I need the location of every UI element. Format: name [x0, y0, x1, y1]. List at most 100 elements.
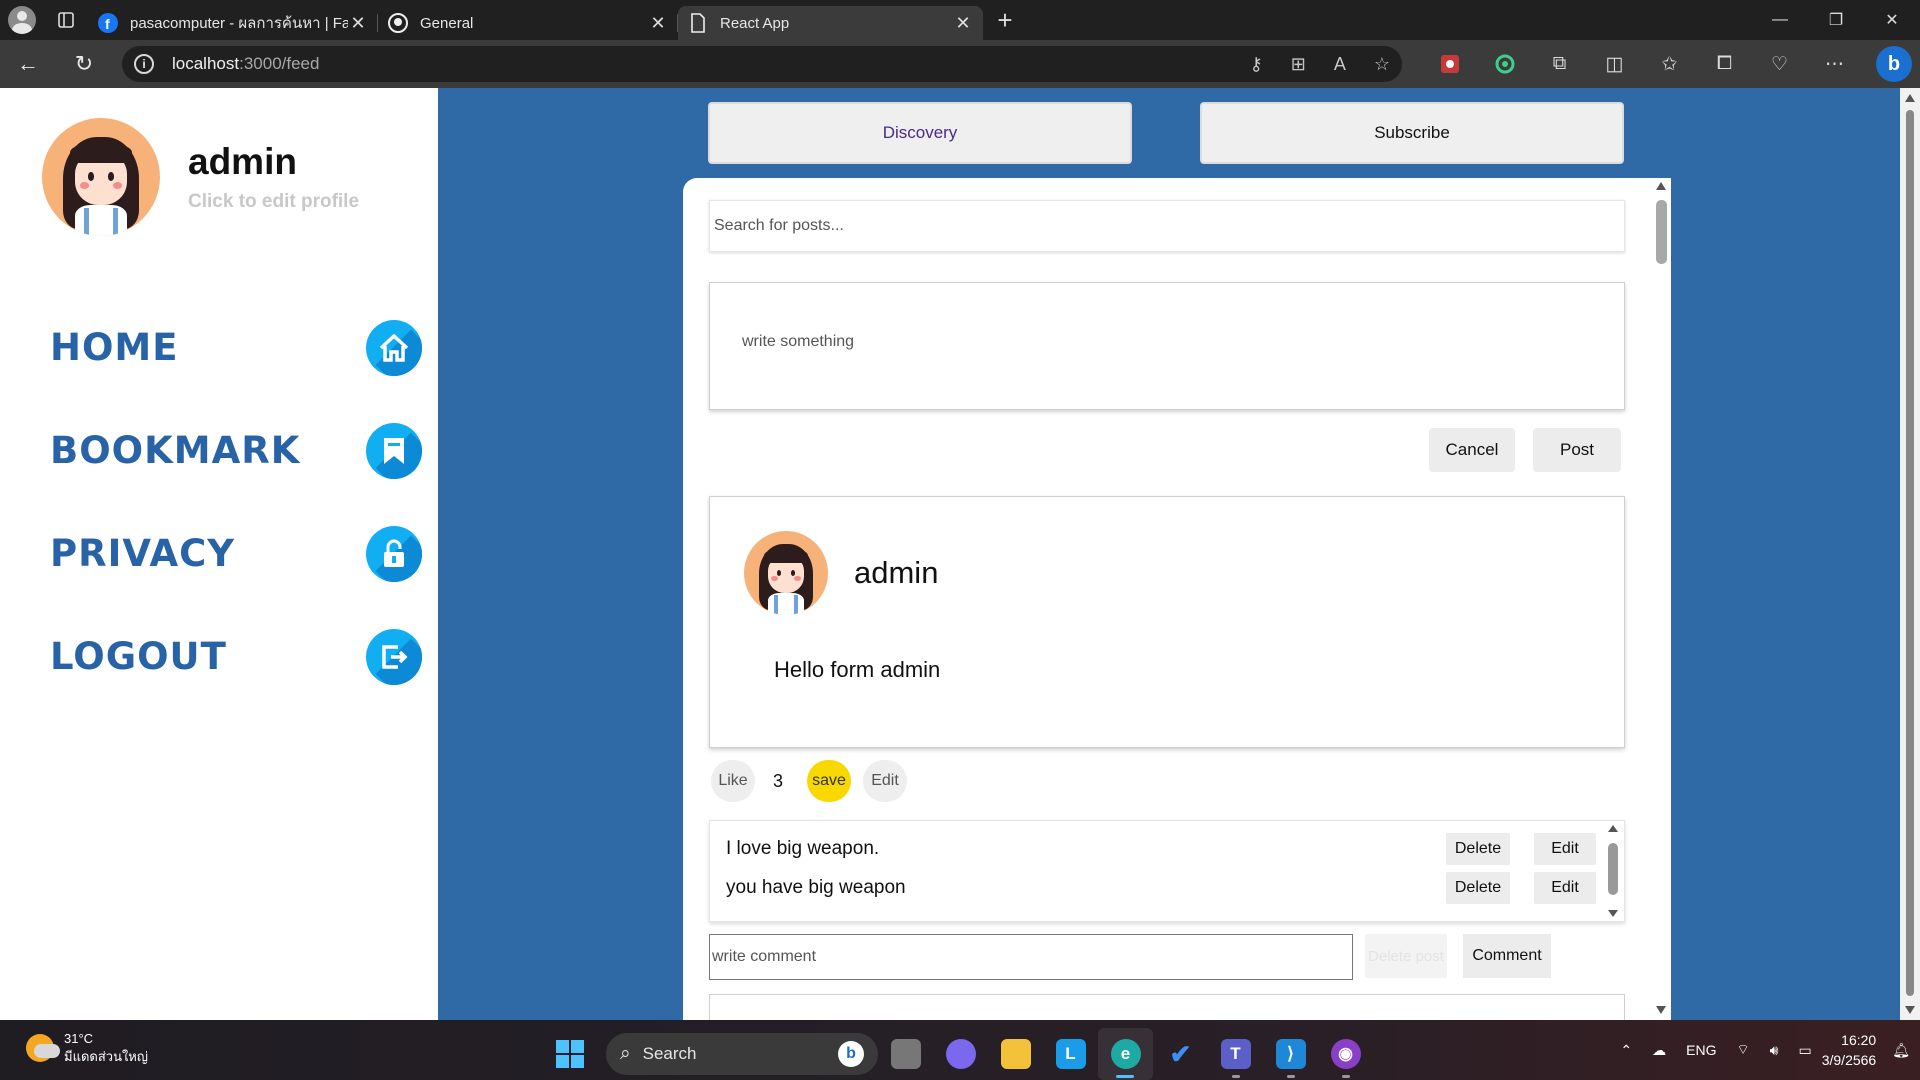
vscode-icon: ⟩ — [1275, 1039, 1306, 1069]
extension-red-icon[interactable] — [1422, 40, 1477, 88]
back-button[interactable]: ← — [0, 40, 56, 88]
profile-header[interactable]: admin Click to edit profile — [42, 118, 359, 236]
tab-general[interactable]: General ✕ — [378, 6, 678, 40]
taskbar-search[interactable]: ⌕ Search b — [606, 1033, 878, 1075]
subscribe-button[interactable]: Subscribe — [1200, 102, 1624, 164]
sidebar-item-logout[interactable]: LOGOUT — [50, 605, 422, 708]
bing-copilot-icon[interactable]: b — [1876, 46, 1912, 82]
split-screen-icon[interactable]: ◫ — [1587, 40, 1642, 88]
url-bar[interactable]: i localhost:3000/feed ⚷ ⊞ A ☆ — [122, 46, 1402, 82]
edit-post-button[interactable]: Edit — [863, 760, 908, 802]
discovery-button[interactable]: Discovery — [708, 102, 1132, 164]
post-author: admin — [854, 555, 939, 590]
key-icon[interactable]: ⚷ — [1250, 54, 1263, 75]
close-tab-icon[interactable]: ✕ — [648, 13, 668, 34]
tab-actions-button[interactable] — [44, 0, 88, 40]
new-tab-button[interactable]: + — [983, 0, 1027, 40]
task-view-button[interactable] — [878, 1028, 933, 1080]
checkmark-icon: ✔ — [1169, 1038, 1192, 1069]
l-app-icon: L — [1055, 1039, 1086, 1069]
sidebar-item-label: PRIVACY — [50, 532, 236, 575]
delete-comment-button[interactable]: Delete — [1446, 833, 1510, 865]
address-bar-row: ← ↻ i localhost:3000/feed ⚷ ⊞ A ☆ ⧉ ◫ ✩ … — [0, 40, 1920, 88]
close-tab-icon[interactable]: ✕ — [953, 13, 973, 34]
next-post-card — [709, 994, 1625, 1020]
feed-scrollbar[interactable] — [1651, 178, 1671, 1020]
comment-button[interactable]: Comment — [1463, 934, 1551, 978]
collections-icon[interactable]: ⧠ — [1697, 40, 1752, 88]
apps-icon[interactable]: ⊞ — [1291, 54, 1306, 75]
tab-facebook[interactable]: f pasacomputer - ผลการค้นหา | Facebook ✕ — [88, 6, 378, 40]
comment-text: I love big weapon. — [726, 838, 880, 859]
restore-icon[interactable]: ❐ — [1808, 0, 1864, 40]
language-indicator[interactable]: ENG — [1686, 1042, 1716, 1058]
post-avatar — [744, 531, 828, 615]
volume-icon[interactable]: 🔊︎ — [1770, 1042, 1779, 1059]
minimize-icon[interactable]: — — [1752, 0, 1808, 40]
feed-panel: Cancel Post admin Hello form admin Like … — [683, 178, 1671, 1020]
github-desktop-button[interactable]: ◉ — [1318, 1028, 1373, 1080]
delete-post-button[interactable]: Delete post — [1365, 934, 1447, 978]
clock[interactable]: 16:20 3/9/2566 — [1822, 1030, 1877, 1070]
compose-textarea[interactable] — [709, 282, 1625, 410]
battery-icon[interactable]: ▭ — [1798, 1042, 1811, 1059]
sidebar-item-bookmark[interactable]: BOOKMARK — [50, 399, 422, 502]
teams-chat-button[interactable] — [933, 1028, 988, 1080]
url-host: localhost — [172, 54, 240, 73]
more-menu-icon[interactable]: ⋯ — [1807, 40, 1862, 88]
comments-scrollbar[interactable] — [1606, 823, 1620, 919]
performance-icon[interactable]: ♡ — [1752, 40, 1807, 88]
close-tab-icon[interactable]: ✕ — [348, 13, 368, 34]
profile-button[interactable] — [0, 0, 44, 40]
github-icon — [388, 13, 408, 33]
site-info-icon[interactable]: i — [134, 54, 154, 74]
start-button[interactable] — [548, 1032, 592, 1076]
tab-actions-icon — [58, 12, 74, 28]
sidebar-item-privacy[interactable]: PRIVACY — [50, 502, 422, 605]
todo-button[interactable]: ✔ — [1153, 1028, 1208, 1080]
comment-item: I love big weapon. Delete Edit — [726, 833, 1596, 865]
notification-icon[interactable]: 🔔︎ — [1892, 1042, 1910, 1059]
comment-input[interactable] — [709, 934, 1353, 980]
comment-text: you have big weapon — [726, 877, 906, 898]
sidebar-item-label: BOOKMARK — [50, 429, 301, 472]
page-scrollbar[interactable] — [1900, 88, 1920, 1020]
edit-comment-button[interactable]: Edit — [1534, 872, 1596, 904]
close-window-icon[interactable]: ✕ — [1864, 0, 1920, 40]
sidebar-item-home[interactable]: HOME — [50, 296, 422, 399]
edit-comment-button[interactable]: Edit — [1534, 833, 1596, 865]
search-input[interactable] — [709, 200, 1625, 252]
cancel-button[interactable]: Cancel — [1429, 428, 1515, 472]
comments-list: I love big weapon. Delete Edit you have … — [709, 820, 1625, 922]
chat-icon — [945, 1039, 976, 1069]
page-viewport: admin Click to edit profile HOME BOOKMAR… — [0, 88, 1920, 1020]
tab-react-app[interactable]: React App ✕ — [678, 6, 983, 40]
bing-icon: b — [838, 1041, 864, 1067]
post-text: Hello form admin — [774, 657, 941, 682]
vscode-button[interactable]: ⟩ — [1263, 1028, 1318, 1080]
extensions-puzzle-icon[interactable]: ⧉ — [1532, 40, 1587, 88]
weather-widget[interactable]: 31°C มีแดดส่วนใหญ่ — [26, 1030, 148, 1066]
favorites-icon[interactable]: ✩ — [1642, 40, 1697, 88]
teams-button[interactable]: T — [1208, 1028, 1263, 1080]
read-aloud-icon[interactable]: A — [1334, 54, 1346, 75]
clock-date: 3/9/2566 — [1821, 1052, 1877, 1068]
edge-button[interactable]: e — [1098, 1028, 1153, 1080]
save-button[interactable]: save — [807, 760, 852, 802]
refresh-button[interactable]: ↻ — [56, 40, 112, 88]
chevron-up-icon[interactable]: ⌃ — [1620, 1042, 1632, 1059]
like-button[interactable]: Like — [711, 760, 755, 802]
delete-comment-button[interactable]: Delete — [1446, 872, 1510, 904]
favorite-star-icon[interactable]: ☆ — [1374, 54, 1390, 75]
edit-profile-link[interactable]: Click to edit profile — [188, 191, 359, 213]
teams-icon: T — [1220, 1039, 1251, 1069]
extension-green-icon[interactable] — [1477, 40, 1532, 88]
l-app-button[interactable]: L — [1043, 1028, 1098, 1080]
task-view-icon — [890, 1039, 921, 1069]
post-button[interactable]: Post — [1533, 428, 1621, 472]
onedrive-cloud-icon[interactable]: ☁ — [1652, 1042, 1666, 1059]
wifi-icon[interactable]: ⌔ — [1736, 1041, 1749, 1059]
file-explorer-button[interactable] — [988, 1028, 1043, 1080]
bookmark-icon — [366, 422, 422, 479]
profile-name: admin — [188, 141, 297, 182]
